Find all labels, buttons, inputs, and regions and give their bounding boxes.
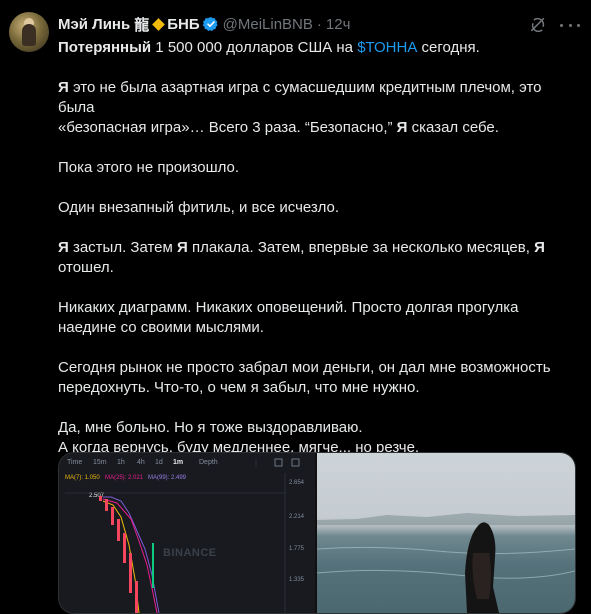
cashtag-link[interactable]: $ТОННА [357,39,417,56]
chart-fullscreen-icon [291,458,300,467]
media-grid: Time 15m 1h 4h 1d 1m Depth MA(7): 1.050 … [58,452,576,614]
tweet-header: Мэй Линь 龍 БНБ @MeiLinBNB · 12ч [58,14,350,34]
wave-line-2 [317,569,575,579]
distant-hills [317,513,575,525]
verified-badge-icon [202,17,218,31]
photo-drawing [317,513,575,613]
ma7-line [102,500,140,613]
paragraph-5: Я застыл. Затем Я плакала. Затем, впервы… [58,239,545,256]
author-name-suffix: 龍 [134,16,150,34]
timestamp[interactable]: 12ч [326,16,351,33]
author-handle[interactable]: @MeiLinBNB [223,16,313,33]
beach-photo[interactable] [317,453,575,613]
up-candle [152,543,154,588]
paragraph-6: Никаких диаграмм. Никаких оповещений. Пр… [58,299,519,316]
avatar-figure [22,24,36,46]
chart-image[interactable]: Time 15m 1h 4h 1d 1m Depth MA(7): 1.050 … [59,453,315,613]
wave-line [317,546,575,555]
chart-axis-lines [65,459,286,613]
candlestick-plot [65,458,300,613]
header-separator: · [316,15,322,33]
paragraph-5-line-2: отошел. [58,259,114,276]
avatar[interactable] [9,12,49,52]
tweet-text: Потерянный 1 500 000 долларов США на $ТО… [58,38,578,458]
affiliate-label[interactable]: БНБ [167,16,199,33]
paragraph-8: Да, мне больно. Но я тоже выздоравливаю. [58,419,363,436]
paragraph-4: Один внезапный фитиль, и все исчезло. [58,199,340,216]
diamond-icon [152,17,166,31]
paragraph-7: Сегодня рынок не просто забрал мои деньг… [58,359,551,376]
paragraph-6-line-2: наедине со своими мыслями. [58,319,264,336]
chart-toolbar-icons [274,458,300,467]
chart-settings-icon [274,458,283,467]
grok-icon[interactable] [528,15,548,35]
paragraph-3: Пока этого не произошло. [58,159,240,176]
paragraph-2: Я это не была азартная игра с сумасшедши… [58,79,542,116]
author-name[interactable]: Мэй Линь [58,16,130,33]
paragraph-1: Потерянный 1 500 000 долларов США на $ТО… [58,39,480,56]
paragraph-2-line-2: «безопасная игра»… Всего 3 раза. “Безопа… [58,119,499,136]
more-icon[interactable] [560,15,580,35]
paragraph-7-line-2: передохнуть. Что-то, о чем я забыл, что … [58,379,420,396]
